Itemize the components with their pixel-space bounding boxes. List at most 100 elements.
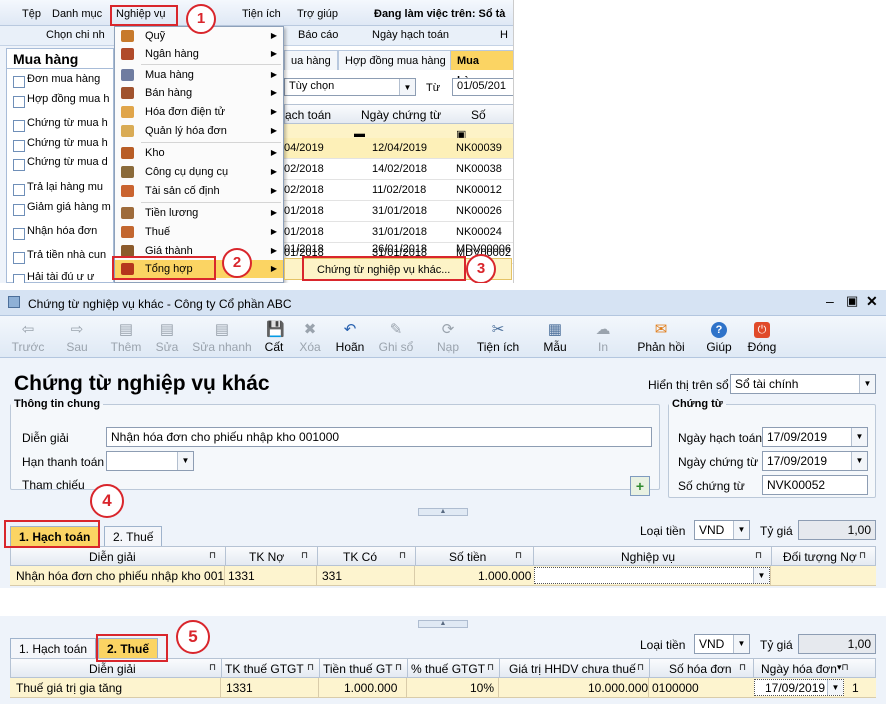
add-button[interactable]: ▤ Thêm (110, 316, 142, 358)
feedback-button[interactable]: ✉ Phản hồi (636, 316, 686, 358)
reload-icon: ⟳ (441, 321, 455, 338)
report-button[interactable]: Báo cáo (298, 29, 338, 41)
tab-hop-dong[interactable]: Hợp đồng mua hàng (338, 50, 453, 70)
save-icon: 💾 (266, 321, 285, 338)
tab-mua-hang-partial[interactable]: ua hàng (284, 50, 338, 70)
list-item[interactable]: Hợp đồng mua h (11, 93, 115, 109)
list-item[interactable]: Trả lại hàng mu (11, 181, 115, 197)
table-row[interactable]: 01/2018 31/01/2018 NK00026 (284, 201, 513, 222)
print-button[interactable]: ☁ In (592, 316, 614, 358)
list-item[interactable]: Chứng từ mua h (11, 137, 115, 153)
menu-item-kho[interactable]: Kho ▶ (115, 144, 283, 162)
tab-tax[interactable]: 2. Thuế (104, 526, 163, 546)
list-item[interactable]: Trả tiền nhà cun (11, 249, 115, 265)
arrow-left-icon: ⇦ (21, 321, 35, 338)
due-date-select[interactable]: ▼ (106, 451, 194, 471)
voucher-date-label: Ngày chứng từ (678, 455, 759, 469)
tools-icon (121, 166, 134, 178)
display-book-select[interactable]: Sổ tài chính ▼ (730, 374, 876, 394)
rate-label: Tỷ giá (760, 638, 793, 652)
posting-date-button[interactable]: Ngày hạch toán (372, 29, 449, 41)
template-icon: ▦ (547, 321, 563, 338)
rate-input[interactable]: 1,00 (798, 520, 876, 540)
callout-3: 3 (466, 254, 496, 283)
voucher-number-label: Số chứng từ (678, 479, 745, 493)
menu-tro-giup[interactable]: Trợ giúp (297, 8, 338, 20)
menu-danh-muc[interactable]: Danh mục (52, 8, 102, 20)
page-title: Chứng từ nghiệp vụ khác (14, 372, 270, 395)
chevron-down-icon: ▼ (733, 521, 749, 539)
next-button[interactable]: ⇨ Sau (62, 316, 92, 358)
add-reference-button[interactable]: + (630, 476, 650, 496)
utilities-button[interactable]: ✂ Tiện ích (474, 316, 522, 358)
currency-select[interactable]: VND ▼ (694, 520, 750, 540)
sale-icon (121, 87, 134, 99)
menu-item-quan-ly-hoa-don[interactable]: Quản lý hóa đơn ▶ (115, 122, 283, 140)
voucher-date-input[interactable]: 17/09/2019 ▼ (762, 451, 868, 471)
template-button[interactable]: ▦ Mẫu (540, 316, 570, 358)
desc-input[interactable]: Nhận hóa đơn cho phiếu nhập kho 001000 (106, 427, 652, 447)
menu-item-hoa-don-dien-tu[interactable]: Hóa đơn điện tử ▶ (115, 103, 283, 121)
menu-tien-ich[interactable]: Tiện ích (242, 8, 281, 20)
rate-input[interactable]: 1,00 (798, 634, 876, 654)
posting-date-label: Ngày hạch toán (678, 431, 763, 445)
toolbar-h[interactable]: H (500, 29, 508, 41)
menu-item-ngan-hang[interactable]: Ngân hàng ▶ (115, 45, 283, 63)
list-item[interactable]: Nhận hóa đơn (11, 225, 115, 241)
tab-accounting[interactable]: 1. Hạch toán (10, 638, 97, 658)
list-item[interactable]: Hải tài đú ư ư (11, 271, 115, 283)
edit-button[interactable]: ▤ Sửa (154, 316, 180, 358)
currency-select[interactable]: VND ▼ (694, 634, 750, 654)
collapse-handle[interactable]: ▲ (418, 620, 468, 628)
voucher-window: Chứng từ nghiệp vụ khác - Công ty Cổ phầ… (0, 290, 886, 704)
reload-button[interactable]: ⟳ Nạp (434, 316, 462, 358)
table-row[interactable]: 02/2018 11/02/2018 NK00012 (284, 180, 513, 201)
business-select[interactable]: ▼ (534, 567, 770, 584)
app-icon (8, 296, 20, 308)
help-button[interactable]: ? Giúp (704, 316, 734, 358)
salary-icon (121, 207, 134, 219)
cancel-button[interactable]: ↶ Hoãn (334, 316, 366, 358)
menu-item-cong-cu[interactable]: Công cụ dụng cụ ▶ (115, 163, 283, 181)
voucher-number-input[interactable]: NVK00052 (762, 475, 868, 495)
delete-button[interactable]: ✖ Xóa (296, 316, 324, 358)
filter-select[interactable]: Tùy chọn ▼ (284, 78, 416, 96)
post-button[interactable]: ✎ Ghi sổ (378, 316, 414, 358)
table-row[interactable]: Nhận hóa đơn cho phiếu nhập kho 001 1331… (10, 566, 876, 586)
list-item[interactable]: Chứng từ mua h (11, 117, 115, 133)
menu-item-mua-hang[interactable]: Mua hàng ▶ (115, 66, 283, 84)
table-row[interactable]: 02/2018 14/02/2018 NK00038 (284, 159, 513, 180)
list-item[interactable]: Chứng từ mua d (11, 156, 115, 172)
close-button[interactable]: ⏻ Đóng (746, 316, 778, 358)
menu-tep[interactable]: Tệp (22, 8, 41, 20)
chevron-down-icon: ▼ (859, 375, 875, 393)
table-row[interactable]: 04/2019 12/04/2019 NK00039 (284, 138, 513, 159)
menu-item-ban-hang[interactable]: Bán hàng ▶ (115, 84, 283, 102)
table-row[interactable]: 01/2018 26/01/2018 MDV00006 (284, 239, 513, 255)
highlight-tong-hop (112, 256, 216, 280)
maximize-icon[interactable]: ▣ (846, 293, 858, 309)
close-icon[interactable]: ✕ (866, 293, 878, 310)
save-button[interactable]: 💾 Cất (262, 316, 286, 358)
minimize-icon[interactable]: ‒ (826, 293, 834, 309)
choose-branch[interactable]: Chọn chi nh (46, 29, 105, 41)
chevron-down-icon: ▼ (733, 635, 749, 653)
posting-date-input[interactable]: 17/09/2019 ▼ (762, 427, 868, 447)
working-book: Đang làm việc trên: Sổ tà (374, 8, 506, 20)
menu-item-tai-san[interactable]: Tài sản cố định ▶ (115, 182, 283, 200)
menu-item-tien-luong[interactable]: Tiền lương ▶ (115, 204, 283, 222)
from-date-input[interactable]: 01/05/201 (452, 78, 513, 96)
callout-2: 2 (222, 248, 252, 278)
list-item[interactable]: Đơn mua hàng (11, 73, 115, 89)
menu-item-thue[interactable]: Thuế ▶ (115, 223, 283, 241)
quick-edit-button[interactable]: ▤ Sửa nhanh (192, 316, 252, 358)
table-row[interactable]: Thuế giá trị gia tăng 1331 1.000.000 10%… (10, 678, 876, 698)
prev-button[interactable]: ⇦ Trước (10, 316, 46, 358)
undo-icon: ↶ (343, 321, 357, 338)
collapse-handle[interactable]: ▲ (418, 508, 468, 516)
tax-icon (121, 226, 134, 238)
top-screenshot: Tệp Danh mục Nghiệp vụ Tiện ích Trợ giúp… (0, 0, 514, 283)
tab-mua-hang[interactable]: Mua hàng (450, 50, 513, 87)
invoice-date-input[interactable]: 17/09/2019 ▼ (754, 679, 844, 696)
list-item[interactable]: Giảm giá hàng m (11, 201, 115, 217)
